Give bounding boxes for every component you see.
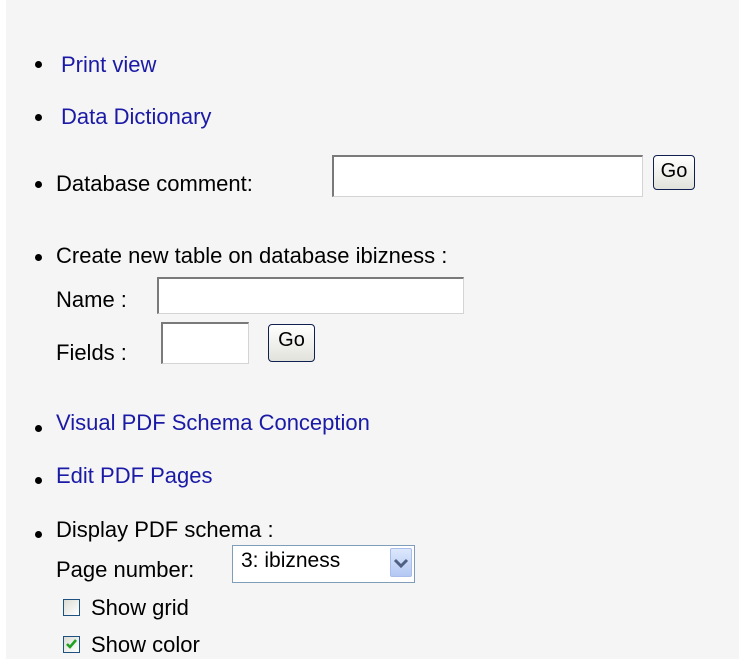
bullet xyxy=(35,425,42,432)
show-grid-checkbox[interactable] xyxy=(63,599,80,616)
db-comment-label: Database comment: xyxy=(56,171,253,196)
table-fields-label: Fields : xyxy=(56,340,127,365)
bullet xyxy=(35,114,42,121)
page-number-select[interactable]: 3: ibizness xyxy=(232,545,415,583)
show-color-label: Show color xyxy=(91,632,200,657)
show-grid-label: Show grid xyxy=(91,595,189,620)
page-number-label: Page number: xyxy=(56,557,195,582)
bullet xyxy=(35,61,42,68)
page-number-selected: 3: ibizness xyxy=(241,549,341,572)
bullet xyxy=(35,181,42,188)
print-view-link[interactable]: Print view xyxy=(61,52,156,78)
db-comment-go-button[interactable]: Go xyxy=(653,155,695,190)
table-name-label: Name : xyxy=(56,287,127,312)
bullet xyxy=(35,477,42,484)
show-color-checkbox[interactable] xyxy=(63,636,80,653)
table-fields-input[interactable] xyxy=(161,322,249,364)
content-panel: Print view Data Dictionary Database comm… xyxy=(6,0,739,659)
edit-pdf-pages-link[interactable]: Edit PDF Pages xyxy=(56,463,213,489)
visual-pdf-schema-link[interactable]: Visual PDF Schema Conception xyxy=(56,410,370,436)
pdf-schema-heading: Display PDF schema : xyxy=(56,517,274,542)
create-table-heading: Create new table on database ibizness : xyxy=(56,243,448,268)
db-comment-input[interactable] xyxy=(332,155,643,197)
bullet xyxy=(35,254,42,261)
checkmark-icon xyxy=(66,639,77,649)
chevron-down-icon[interactable] xyxy=(390,548,412,577)
create-table-go-button[interactable]: Go xyxy=(268,324,315,362)
table-name-input[interactable] xyxy=(157,277,464,314)
bullet xyxy=(35,531,42,538)
data-dictionary-link[interactable]: Data Dictionary xyxy=(61,104,211,130)
